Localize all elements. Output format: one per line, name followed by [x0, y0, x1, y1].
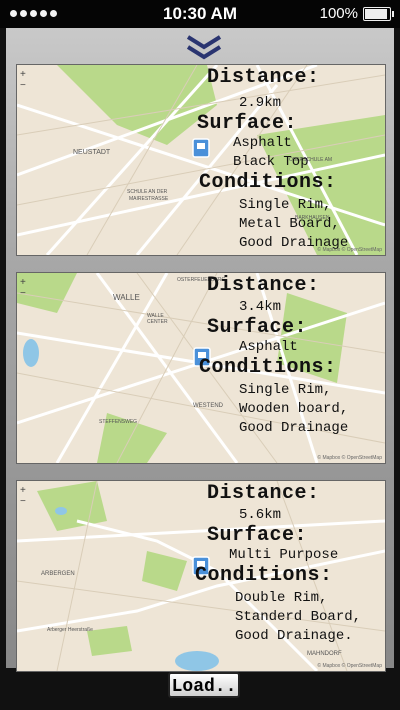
zoom-control[interactable]: + − [20, 485, 26, 507]
map-label: MAHNDORF [307, 651, 342, 657]
map-label: CENTER [147, 319, 168, 325]
map-label: SCHULE AN DER [127, 189, 168, 195]
condition-item: Standerd Board, [235, 609, 362, 625]
court-details: Distance: 5.6km Surface: Multi Purpose C… [195, 482, 385, 646]
zoom-control[interactable]: + − [20, 69, 26, 91]
map-attribution: © Mapbox © OpenStreetMap [317, 455, 382, 461]
surface-label: Surface: [207, 524, 308, 547]
court-card[interactable]: + − WALLE OSTERFEUERBERG WALLE CENTER WES… [16, 272, 386, 464]
surface-value: Asphalt [233, 135, 292, 151]
distance-value: 2.9km [239, 95, 282, 111]
map-label: WALLE [113, 293, 140, 302]
court-details: Distance: 2.9km Surface: Asphalt Black T… [197, 66, 385, 253]
conditions-label: Conditions: [199, 356, 337, 379]
distance-label: Distance: [207, 66, 320, 89]
court-card[interactable]: + − NEUSTADT SCHULE AN DER MAIRESTRASSE O… [16, 64, 386, 256]
distance-label: Distance: [207, 482, 320, 505]
conditions-label: Conditions: [199, 171, 337, 194]
map-attribution: © Mapbox © OpenStreetMap [317, 663, 382, 669]
court-list: + − NEUSTADT SCHULE AN DER MAIRESTRASSE O… [6, 28, 394, 672]
surface-value: Black Top [233, 154, 309, 170]
load-more-button[interactable]: Load.. [168, 672, 240, 698]
map-label: ARBERGEN [41, 571, 75, 577]
map-label: STEFFENSWEG [99, 419, 138, 425]
map-label: MAIRESTRASSE [129, 196, 169, 202]
battery-icon [363, 7, 394, 21]
surface-value: Asphalt [239, 339, 298, 355]
surface-label: Surface: [197, 112, 298, 135]
condition-item: Single Rim, [239, 382, 332, 398]
zoom-control[interactable]: + − [20, 277, 26, 299]
court-details: Distance: 3.4km Surface: Asphalt Conditi… [199, 274, 385, 438]
map-label: NEUSTADT [73, 149, 111, 156]
conditions-label: Conditions: [195, 564, 333, 587]
condition-item: Good Drainage [239, 420, 349, 436]
distance-value: 3.4km [239, 299, 282, 315]
condition-item: Metal Board, [239, 216, 340, 232]
condition-item: Double Rim, [235, 590, 328, 606]
battery-percent: 100% [319, 5, 358, 22]
distance-label: Distance: [207, 274, 320, 297]
map-attribution: © Mapbox © OpenStreetMap [317, 247, 382, 253]
surface-value: Multi Purpose [229, 547, 339, 563]
condition-item: Wooden board, [239, 401, 349, 417]
condition-item: Good Drainage. [235, 628, 353, 644]
map-label: Arberger Heerstraße [47, 627, 93, 633]
double-chevron-down-icon[interactable] [184, 34, 224, 62]
status-bar: 10:30 AM 100% [0, 0, 400, 28]
distance-value: 5.6km [239, 507, 282, 523]
condition-item: Single Rim, [239, 197, 332, 213]
surface-label: Surface: [207, 316, 308, 339]
court-card[interactable]: + − ARBERGEN MAHNDORF Arberger Heerstraße… [16, 480, 386, 672]
